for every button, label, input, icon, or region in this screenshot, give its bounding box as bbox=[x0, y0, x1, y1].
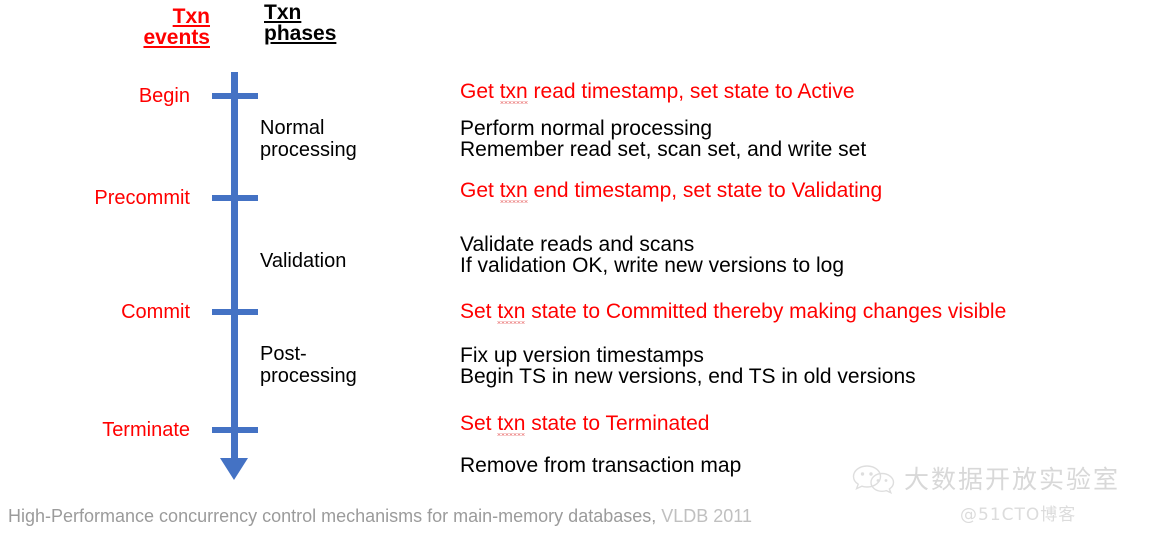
event-label-commit: Commit bbox=[121, 301, 190, 323]
text-segment: read timestamp, set state to Active bbox=[527, 80, 855, 103]
slide-canvas: Txn events Txn phases Begin Precommit Comm… bbox=[0, 0, 1155, 537]
timeline-arrow-icon bbox=[220, 458, 248, 480]
phase-detail-text: Fix up version timestamps Begin TS in ne… bbox=[460, 344, 916, 389]
phase-detail-text: Perform normal processing Remember read … bbox=[460, 117, 867, 162]
phase-detail-text: Remove from transaction map bbox=[460, 454, 742, 477]
source-caption: High-Performance concurrency control mec… bbox=[8, 506, 752, 527]
misspelled-word-txn: txn bbox=[499, 179, 528, 204]
text-segment: state to Terminated bbox=[525, 412, 710, 435]
text-segment: Get bbox=[460, 80, 500, 103]
timeline-tick-precommit bbox=[212, 195, 258, 201]
text-segment: state to Committed thereby making change… bbox=[525, 300, 1007, 323]
timeline-tick-commit bbox=[212, 309, 258, 315]
timeline-tick-terminate bbox=[212, 427, 258, 433]
state-action-text: Set txn state to Terminated bbox=[460, 412, 1150, 437]
event-label-begin: Begin bbox=[138, 85, 190, 107]
misspelled-word-txn: txn bbox=[499, 80, 528, 105]
text-segment: end timestamp, set state to Validating bbox=[527, 179, 883, 202]
state-action-text: Set txn state to Committed thereby makin… bbox=[460, 300, 1150, 325]
text-segment: Get bbox=[460, 179, 500, 202]
phase-detail-text: Validate reads and scans If validation O… bbox=[460, 233, 845, 278]
phase-label-normal-processing: Normal processing bbox=[260, 117, 357, 161]
text-segment: Set bbox=[460, 412, 498, 435]
timeline-tick-begin bbox=[212, 93, 258, 99]
column-header-txn-phases: Txn phases bbox=[264, 1, 337, 46]
phase-label-post-processing: Post- processing bbox=[260, 343, 357, 387]
misspelled-word-txn: txn bbox=[497, 300, 526, 325]
caption-venue: VLDB 2011 bbox=[661, 506, 752, 526]
phase-labels-column: Normal processing Validation Post- process… bbox=[260, 60, 450, 480]
watermark-handle: @51CTO博客 bbox=[960, 505, 1077, 525]
event-label-precommit: Precommit bbox=[94, 187, 190, 209]
caption-title: High-Performance concurrency control mec… bbox=[8, 506, 657, 526]
state-action-text: Get txn read timestamp, set state to Act… bbox=[460, 80, 1150, 105]
column-header-txn-events: Txn events bbox=[143, 5, 210, 50]
description-column: Get txn read timestamp, set state to Act… bbox=[460, 0, 1150, 500]
text-segment: Set bbox=[460, 300, 498, 323]
event-labels-column: Begin Precommit Commit Terminate bbox=[0, 60, 190, 480]
phase-label-validation: Validation bbox=[260, 250, 347, 272]
event-label-terminate: Terminate bbox=[102, 419, 190, 441]
timeline-axis-line bbox=[231, 72, 238, 460]
misspelled-word-txn: txn bbox=[497, 412, 526, 437]
state-action-text: Get txn end timestamp, set state to Vali… bbox=[460, 179, 1150, 204]
